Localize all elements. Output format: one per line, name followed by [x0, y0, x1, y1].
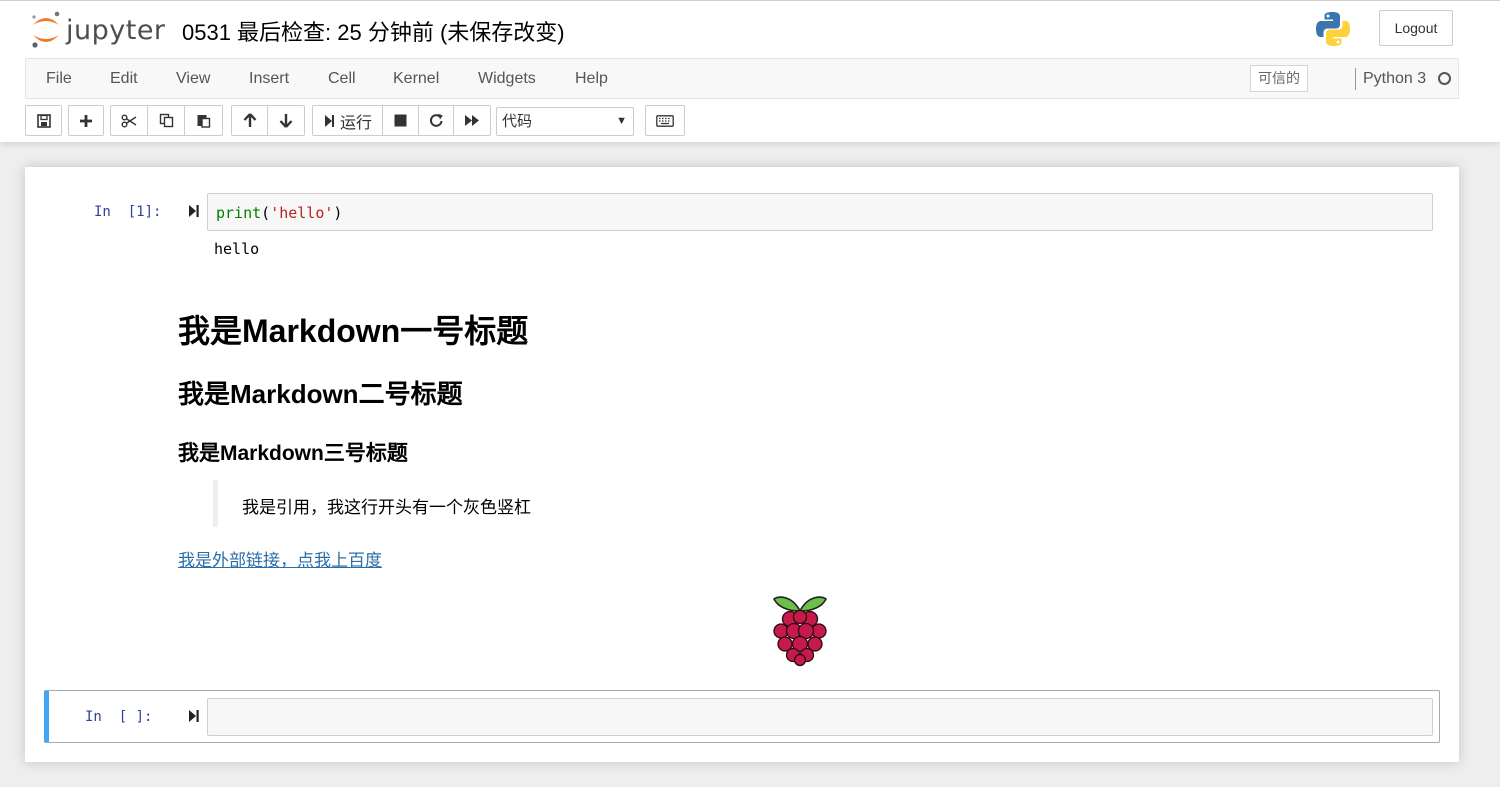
restart-run-all-button[interactable]	[453, 105, 491, 136]
markdown-heading-2: 我是Markdown二号标题	[178, 379, 463, 409]
notebook-container: In [1]: print('hello') hello 我是Markdown一…	[25, 167, 1459, 762]
move-down-button[interactable]	[267, 105, 305, 136]
menu-help[interactable]: Help	[575, 59, 608, 98]
blockquote-text: 我是引用，我这行开头有一个灰色竖杠	[242, 498, 531, 517]
arrow-up-icon	[243, 113, 256, 127]
code-input[interactable]	[207, 698, 1433, 736]
cell-type-select[interactable]: 代码 ▼	[496, 107, 634, 136]
menu-view[interactable]: View	[176, 59, 210, 98]
paste-button[interactable]	[184, 105, 223, 136]
kernel-idle-icon	[1438, 72, 1451, 85]
menu-insert[interactable]: Insert	[249, 59, 289, 98]
run-button-label: 运行	[339, 114, 372, 132]
jupyter-logo-text: jupyter	[66, 15, 166, 46]
cell-output: hello	[214, 240, 260, 258]
run-cell-icon[interactable]	[188, 709, 200, 723]
save-icon	[36, 113, 51, 128]
save-button[interactable]	[25, 105, 62, 136]
markdown-heading-1: 我是Markdown一号标题	[178, 313, 529, 349]
code-line: print('hello')	[216, 204, 342, 222]
markdown-heading-3: 我是Markdown三号标题	[178, 442, 408, 465]
menu-widgets[interactable]: Widgets	[478, 59, 536, 98]
jupyter-logo[interactable]: jupyter	[28, 9, 168, 49]
code-paren-open: (	[261, 204, 271, 222]
kernel-name[interactable]: Python 3	[1363, 59, 1426, 98]
code-input[interactable]: print('hello')	[207, 193, 1433, 231]
cell-type-value: 代码	[502, 113, 533, 130]
copy-button[interactable]	[147, 105, 185, 136]
paste-icon	[197, 115, 211, 128]
raspberry-pi-logo-icon	[772, 596, 828, 667]
keyboard-icon	[656, 114, 674, 127]
notebook-title[interactable]: 0531 最后检查: 25 分钟前 (未保存改变)	[182, 15, 565, 47]
cell-prompt: In [1]:	[94, 204, 162, 220]
menu-cell[interactable]: Cell	[328, 59, 356, 98]
fast-forward-icon	[465, 115, 479, 126]
external-link[interactable]: 我是外部链接，点我上百度	[178, 546, 382, 571]
cut-button[interactable]	[110, 105, 148, 136]
python-logo-icon	[1316, 12, 1350, 46]
cut-icon	[121, 114, 137, 127]
move-up-button[interactable]	[231, 105, 268, 136]
menu-kernel[interactable]: Kernel	[393, 59, 439, 98]
restart-icon	[429, 113, 443, 127]
interrupt-button[interactable]	[382, 105, 419, 136]
jupyter-logo-icon	[32, 11, 60, 48]
trusted-indicator[interactable]: 可信的	[1250, 65, 1308, 92]
plus-icon	[80, 114, 92, 127]
restart-button[interactable]	[418, 105, 454, 136]
stop-icon	[394, 114, 407, 127]
insert-cell-button[interactable]	[68, 105, 104, 136]
logout-button[interactable]: Logout	[1379, 10, 1453, 46]
code-builtin: print	[216, 204, 262, 222]
copy-icon	[159, 113, 173, 128]
command-palette-button[interactable]	[645, 105, 685, 136]
dropdown-arrow-icon: ▼	[616, 115, 627, 127]
kernel-separator	[1355, 68, 1356, 90]
arrow-down-icon	[279, 114, 293, 128]
step-forward-icon	[324, 114, 334, 127]
menubar: File Edit View Insert Cell Kernel Widget…	[25, 58, 1459, 99]
menu-file[interactable]: File	[46, 59, 72, 98]
code-paren-close: )	[333, 204, 343, 222]
cell-prompt: In [ ]:	[85, 709, 153, 725]
markdown-blockquote: 我是引用，我这行开头有一个灰色竖杠	[213, 480, 613, 527]
run-cell-icon[interactable]	[188, 204, 200, 218]
menu-edit[interactable]: Edit	[110, 59, 138, 98]
header: jupyter 0531 最后检查: 25 分钟前 (未保存改变) Logout…	[0, 0, 1500, 142]
code-string: 'hello'	[270, 204, 334, 222]
run-button[interactable]: 运行	[312, 105, 383, 136]
